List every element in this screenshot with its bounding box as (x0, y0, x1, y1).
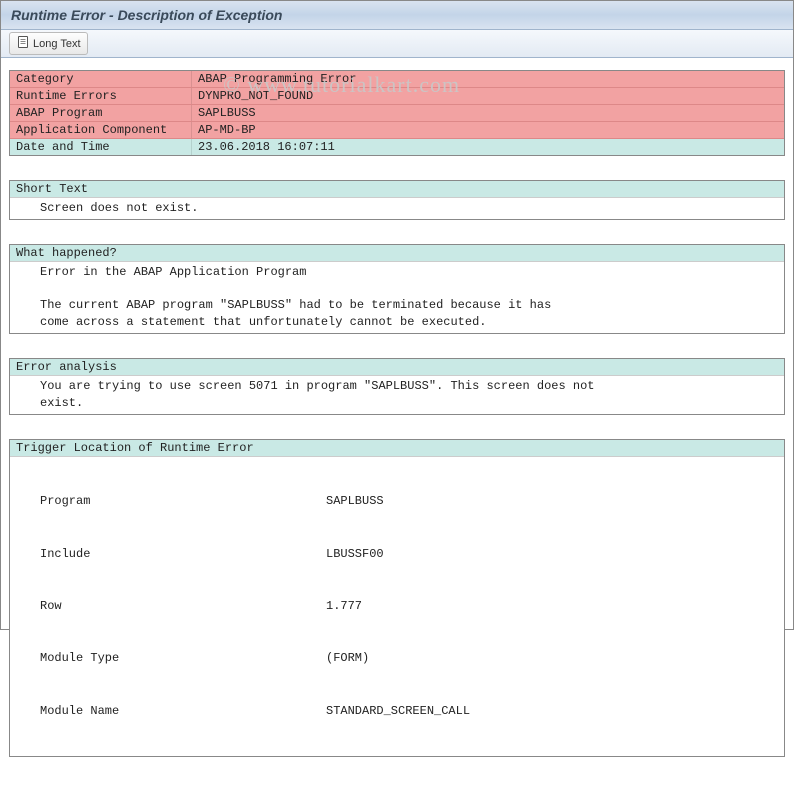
abap-program-row: ABAP Program SAPLBUSS (10, 105, 784, 122)
trigger-row-module-name: Module Name STANDARD_SCREEN_CALL (16, 702, 778, 721)
long-text-label: Long Text (33, 38, 81, 50)
abap-program-label: ABAP Program (10, 105, 192, 121)
trigger-value: SAPLBUSS (326, 493, 778, 510)
toolbar: Long Text (1, 30, 793, 58)
abap-program-value: SAPLBUSS (192, 105, 784, 121)
page-title: Runtime Error - Description of Exception (11, 7, 282, 23)
short-text-body: Screen does not exist. (10, 198, 784, 219)
short-text-block: Short Text Screen does not exist. (9, 180, 785, 220)
trigger-value: STANDARD_SCREEN_CALL (326, 703, 778, 720)
trigger-value: 1.777 (326, 598, 778, 615)
category-label: Category (10, 71, 192, 87)
what-happened-header: What happened? (10, 245, 784, 262)
trigger-location-body: Program SAPLBUSS Include LBUSSF00 Row 1.… (10, 457, 784, 757)
document-icon (16, 35, 30, 52)
application-component-value: AP-MD-BP (192, 122, 784, 138)
trigger-value: (FORM) (326, 650, 778, 667)
trigger-label: Module Name (16, 703, 326, 720)
date-time-row: Date and Time 23.06.2018 16:07:11 (10, 139, 784, 155)
short-text-header: Short Text (10, 181, 784, 198)
category-row: Category ABAP Programming Error (10, 71, 784, 88)
page-title-bar: Runtime Error - Description of Exception (1, 1, 793, 30)
trigger-location-block: Trigger Location of Runtime Error Progra… (9, 439, 785, 758)
trigger-row-program: Program SAPLBUSS (16, 492, 778, 511)
trigger-label: Program (16, 493, 326, 510)
trigger-label: Row (16, 598, 326, 615)
runtime-errors-row: Runtime Errors DYNPRO_NOT_FOUND (10, 88, 784, 105)
application-component-label: Application Component (10, 122, 192, 138)
content-area: © www.tutorialkart.com Category ABAP Pro… (1, 58, 793, 789)
trigger-location-header: Trigger Location of Runtime Error (10, 440, 784, 457)
trigger-row-row: Row 1.777 (16, 597, 778, 616)
trigger-label: Module Type (16, 650, 326, 667)
category-value: ABAP Programming Error (192, 71, 784, 87)
application-component-row: Application Component AP-MD-BP (10, 122, 784, 139)
error-analysis-body: You are trying to use screen 5071 in pro… (10, 376, 784, 414)
trigger-label: Include (16, 546, 326, 563)
trigger-value: LBUSSF00 (326, 546, 778, 563)
runtime-errors-label: Runtime Errors (10, 88, 192, 104)
long-text-button[interactable]: Long Text (9, 32, 88, 55)
runtime-errors-value: DYNPRO_NOT_FOUND (192, 88, 784, 104)
what-happened-body: Error in the ABAP Application Program Th… (10, 262, 784, 333)
what-happened-block: What happened? Error in the ABAP Applica… (9, 244, 785, 334)
date-time-value: 23.06.2018 16:07:11 (192, 139, 784, 155)
error-analysis-block: Error analysis You are trying to use scr… (9, 358, 785, 415)
category-table: Category ABAP Programming Error Runtime … (9, 70, 785, 156)
date-time-label: Date and Time (10, 139, 192, 155)
error-analysis-header: Error analysis (10, 359, 784, 376)
trigger-row-include: Include LBUSSF00 (16, 545, 778, 564)
trigger-row-module-type: Module Type (FORM) (16, 649, 778, 668)
